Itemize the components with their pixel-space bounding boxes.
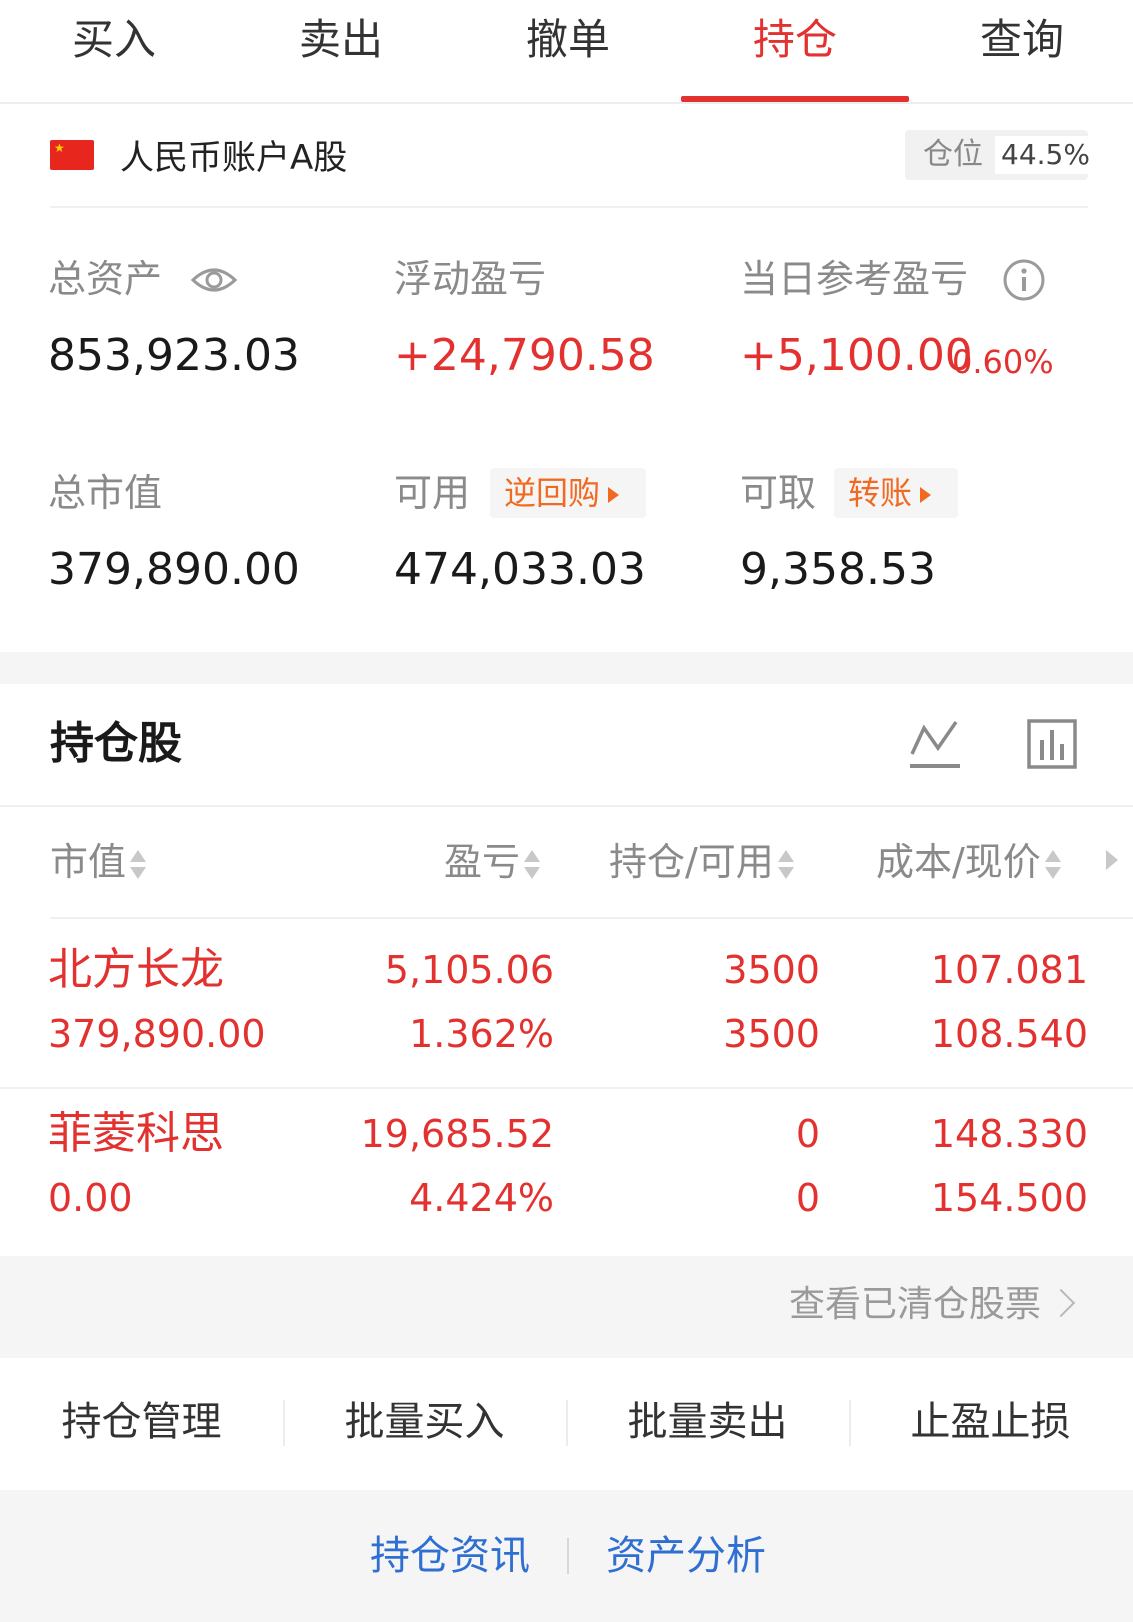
batch-sell-button[interactable]: 批量卖出 [566,1394,849,1450]
stop-profit-loss-button[interactable]: 止盈止损 [849,1394,1132,1450]
stock-pnl: 19,685.52 [360,1112,554,1156]
holdings-news-link[interactable]: 持仓资讯 [370,1528,530,1584]
tab-holdings[interactable]: 持仓 [681,12,909,68]
position-label: 仓位 [923,137,983,172]
asset-analysis-link[interactable]: 资产分析 [606,1528,766,1584]
bottom-link-bar: 持仓资讯 资产分析 [0,1490,1133,1622]
divider [567,1538,569,1574]
floating-pnl-value: +24,790.58 [394,330,655,381]
active-tab-indicator [681,96,909,102]
holdings-title: 持仓股 [50,718,182,769]
daily-pnl-label: 当日参考盈亏 [740,257,969,301]
stock-market-value: 379,890.00 [48,1012,266,1056]
tab-buy[interactable]: 买入 [0,12,228,68]
market-value-label: 总市值 [48,471,163,515]
stock-name: 北方长龙 [48,944,224,995]
trend-line-icon[interactable] [908,718,962,770]
floating-pnl-label: 浮动盈亏 [394,257,547,301]
col-market-value-label: 市值 [50,840,127,884]
sort-icon [524,848,541,882]
tab-cancel[interactable]: 撤单 [454,12,682,68]
col-cost-price-label: 成本/现价 [876,840,1041,884]
stock-available: 3500 [723,1012,820,1056]
stock-pnl-percent: 1.362% [409,1012,554,1056]
col-pnl-label: 盈亏 [444,840,521,884]
stock-name: 菲菱科思 [48,1108,224,1159]
holdings-action-bar: 持仓管理 批量买入 批量卖出 止盈止损 [0,1358,1133,1490]
divider [50,206,1088,208]
chevron-right-icon [1046,1288,1076,1318]
triangle-right-icon [920,487,932,503]
stock-cost: 107.081 [930,948,1088,992]
stock-holding: 3500 [723,948,820,992]
stock-price: 108.540 [930,1012,1088,1056]
divider [0,805,1133,807]
info-icon[interactable] [1002,258,1046,302]
col-cost-price[interactable]: 成本/现价 [876,836,1061,888]
transfer-chip[interactable]: 转账 [834,468,958,518]
withdrawable-label: 可取 [740,471,817,515]
stock-pnl: 5,105.06 [384,948,554,992]
col-holding-available-label: 持仓/可用 [609,840,774,884]
triangle-right-icon [608,487,620,503]
bar-chart-icon[interactable] [1026,718,1078,770]
stock-price: 154.500 [930,1176,1088,1220]
sort-icon [777,848,794,882]
total-assets-label: 总资产 [48,257,163,301]
batch-buy-button[interactable]: 批量买入 [283,1394,566,1450]
col-pnl[interactable]: 盈亏 [444,836,541,888]
market-value-value: 379,890.00 [48,544,300,595]
top-tab-bar: 买入 卖出 撤单 持仓 查询 [0,0,1133,104]
tab-sell[interactable]: 卖出 [227,12,455,68]
stock-holding: 0 [795,1112,820,1156]
col-holding-available[interactable]: 持仓/可用 [609,836,794,888]
section-gap [0,652,1133,684]
sort-icon [130,848,147,882]
available-label: 可用 [394,471,471,515]
account-name: 人民币账户A股 [120,138,348,178]
stock-pnl-percent: 4.424% [409,1176,554,1220]
eye-icon[interactable] [190,262,238,298]
position-value: 44.5% [995,136,1096,174]
daily-pnl-percent: 0.60% [952,343,1054,381]
position-ratio-badge: 仓位 44.5% [905,130,1096,180]
total-assets-value: 853,923.03 [48,330,300,381]
transfer-label: 转账 [848,474,913,512]
more-columns-arrow-icon[interactable] [1106,850,1118,870]
withdrawable-value: 9,358.53 [740,544,936,595]
reverse-repo-chip[interactable]: 逆回购 [490,468,646,518]
tab-query[interactable]: 查询 [908,12,1133,68]
cleared-stocks-link[interactable]: 查看已清仓股票 [789,1280,1041,1330]
cleared-stocks-bar[interactable]: 查看已清仓股票 [0,1256,1133,1358]
reverse-repo-label: 逆回购 [504,474,601,512]
table-row[interactable]: 北方长龙 379,890.00 5,105.06 1.362% 3500 350… [0,919,1133,1087]
stock-cost: 148.330 [930,1112,1088,1156]
table-row[interactable]: 菲菱科思 0.00 19,685.52 4.424% 0 0 148.330 1… [0,1089,1133,1256]
daily-pnl-value: +5,100.00 [740,330,973,381]
stock-available: 0 [795,1176,820,1220]
sort-icon [1044,848,1061,882]
col-market-value[interactable]: 市值 [50,836,147,888]
stock-market-value: 0.00 [48,1176,133,1220]
available-value: 474,033.03 [394,544,646,595]
position-manage-button[interactable]: 持仓管理 [0,1394,283,1450]
china-flag-icon: ★ [50,140,94,170]
